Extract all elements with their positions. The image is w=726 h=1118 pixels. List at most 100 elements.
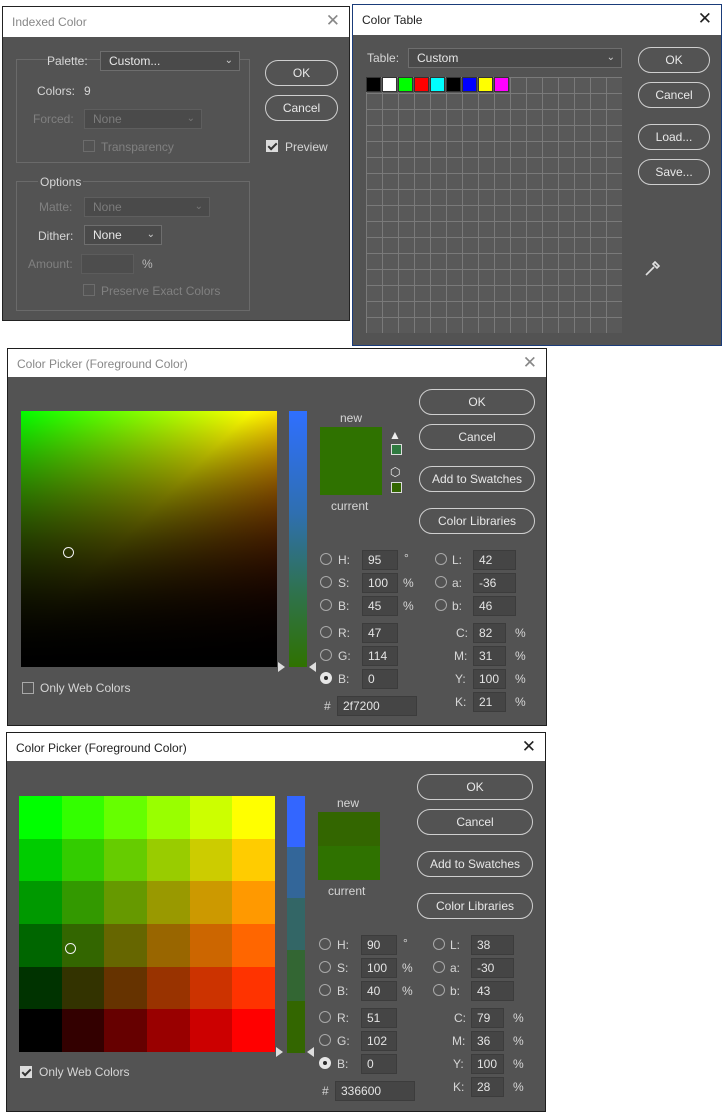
lab-b-field[interactable]: 43 (471, 981, 514, 1001)
web-color-cell[interactable] (104, 1009, 148, 1053)
h-field[interactable]: 95 (362, 550, 398, 570)
r-field[interactable]: 47 (362, 623, 398, 643)
web-color-field[interactable] (19, 796, 276, 1053)
web-color-cell[interactable] (147, 924, 190, 967)
cancel-button[interactable]: Cancel (265, 95, 338, 121)
lab-b-radio[interactable] (433, 984, 445, 996)
web-color-cell[interactable] (61, 838, 105, 882)
close-icon[interactable]: ✕ (698, 10, 712, 28)
lab-b-field[interactable]: 46 (473, 596, 516, 616)
ok-button[interactable]: OK (417, 774, 533, 800)
web-color-cell[interactable] (232, 966, 276, 1010)
color-table-swatch[interactable] (430, 77, 445, 92)
preserve-exact-colors-checkbox[interactable] (83, 284, 95, 296)
close-icon[interactable]: ✕ (522, 738, 536, 756)
slider-left-arrow[interactable] (276, 1047, 283, 1057)
cancel-button[interactable]: Cancel (419, 424, 535, 450)
only-web-colors-checkbox[interactable] (22, 682, 34, 694)
slider-right-arrow[interactable] (309, 662, 316, 672)
color-field-marker[interactable] (65, 943, 76, 954)
color-libraries-button[interactable]: Color Libraries (417, 893, 533, 919)
h-field[interactable]: 90 (361, 935, 397, 955)
ok-button[interactable]: OK (638, 47, 710, 73)
color-table-swatch[interactable] (366, 77, 381, 92)
web-color-cell[interactable] (147, 881, 190, 925)
only-web-colors-checkbox[interactable] (20, 1066, 32, 1078)
eyedropper-icon[interactable] (643, 258, 663, 278)
h-radio[interactable] (320, 553, 332, 565)
web-color-cell[interactable] (232, 881, 276, 925)
c-field[interactable]: 82 (473, 623, 506, 643)
color-table-swatch[interactable] (462, 77, 477, 92)
web-color-cell[interactable] (147, 966, 190, 1010)
l-radio[interactable] (433, 938, 445, 950)
web-color-cell[interactable] (232, 924, 276, 967)
palette-select[interactable]: Custom... ⌄ (100, 51, 240, 71)
web-color-cell[interactable] (147, 796, 190, 839)
web-color-cell[interactable] (61, 881, 105, 925)
ok-button[interactable]: OK (265, 60, 338, 86)
s-radio[interactable] (320, 576, 332, 588)
color-table-swatch[interactable] (382, 77, 397, 92)
close-icon[interactable]: ✕ (326, 12, 340, 30)
transparency-checkbox[interactable] (83, 140, 95, 152)
blue-field[interactable]: 0 (361, 1054, 397, 1074)
g-field[interactable]: 102 (361, 1031, 397, 1051)
current-color-swatch[interactable] (320, 461, 382, 495)
r-field[interactable]: 51 (361, 1008, 397, 1028)
web-color-cell[interactable] (104, 881, 148, 925)
web-color-cell[interactable] (19, 838, 62, 882)
brightness-field[interactable]: 45 (362, 596, 398, 616)
r-radio[interactable] (320, 626, 332, 638)
hex-field[interactable]: 2f7200 (337, 696, 417, 716)
a-field[interactable]: -36 (473, 573, 516, 593)
b-radio[interactable] (320, 599, 332, 611)
add-to-swatches-button[interactable]: Add to Swatches (419, 466, 535, 492)
g-radio[interactable] (320, 649, 332, 661)
web-color-cell[interactable] (189, 1009, 233, 1053)
web-safe-swatch[interactable] (391, 482, 402, 493)
web-color-cell[interactable] (19, 1009, 62, 1053)
s-field[interactable]: 100 (361, 958, 397, 978)
a-radio[interactable] (435, 576, 447, 588)
slider-left-arrow[interactable] (278, 662, 285, 672)
amount-field[interactable] (81, 254, 134, 274)
close-icon[interactable]: ✕ (523, 354, 537, 372)
m-field[interactable]: 31 (473, 646, 506, 666)
web-color-cell[interactable] (61, 966, 105, 1010)
web-color-cell[interactable] (147, 1009, 190, 1053)
a-radio[interactable] (433, 961, 445, 973)
color-table-swatch[interactable] (478, 77, 493, 92)
ok-button[interactable]: OK (419, 389, 535, 415)
cancel-button[interactable]: Cancel (417, 809, 533, 835)
k-field[interactable]: 28 (471, 1077, 504, 1097)
y-field[interactable]: 100 (471, 1054, 504, 1074)
l-radio[interactable] (435, 553, 447, 565)
web-color-cell[interactable] (19, 966, 62, 1010)
web-color-cell[interactable] (189, 838, 233, 882)
a-field[interactable]: -30 (471, 958, 514, 978)
b-radio[interactable] (319, 984, 331, 996)
color-table-swatch[interactable] (446, 77, 461, 92)
h-radio[interactable] (319, 938, 331, 950)
blue-field[interactable]: 0 (362, 669, 398, 689)
table-select[interactable]: Custom ⌄ (408, 48, 622, 68)
web-color-cell[interactable] (232, 796, 276, 839)
web-color-cell[interactable] (19, 924, 62, 967)
preview-checkbox[interactable] (266, 140, 278, 152)
web-color-cell[interactable] (104, 966, 148, 1010)
m-field[interactable]: 36 (471, 1031, 504, 1051)
color-table-swatch[interactable] (398, 77, 413, 92)
gamut-warning-swatch[interactable] (391, 444, 402, 455)
color-field-marker[interactable] (63, 547, 74, 558)
g-field[interactable]: 114 (362, 646, 398, 666)
forced-select[interactable]: None ⌄ (84, 109, 202, 129)
y-field[interactable]: 100 (473, 669, 506, 689)
web-color-cell[interactable] (189, 796, 233, 839)
s-field[interactable]: 100 (362, 573, 398, 593)
current-color-swatch[interactable] (318, 846, 380, 880)
web-color-cell[interactable] (61, 796, 105, 839)
hue-slider[interactable] (287, 796, 305, 1053)
blue-radio[interactable] (320, 672, 332, 684)
lab-b-radio[interactable] (435, 599, 447, 611)
